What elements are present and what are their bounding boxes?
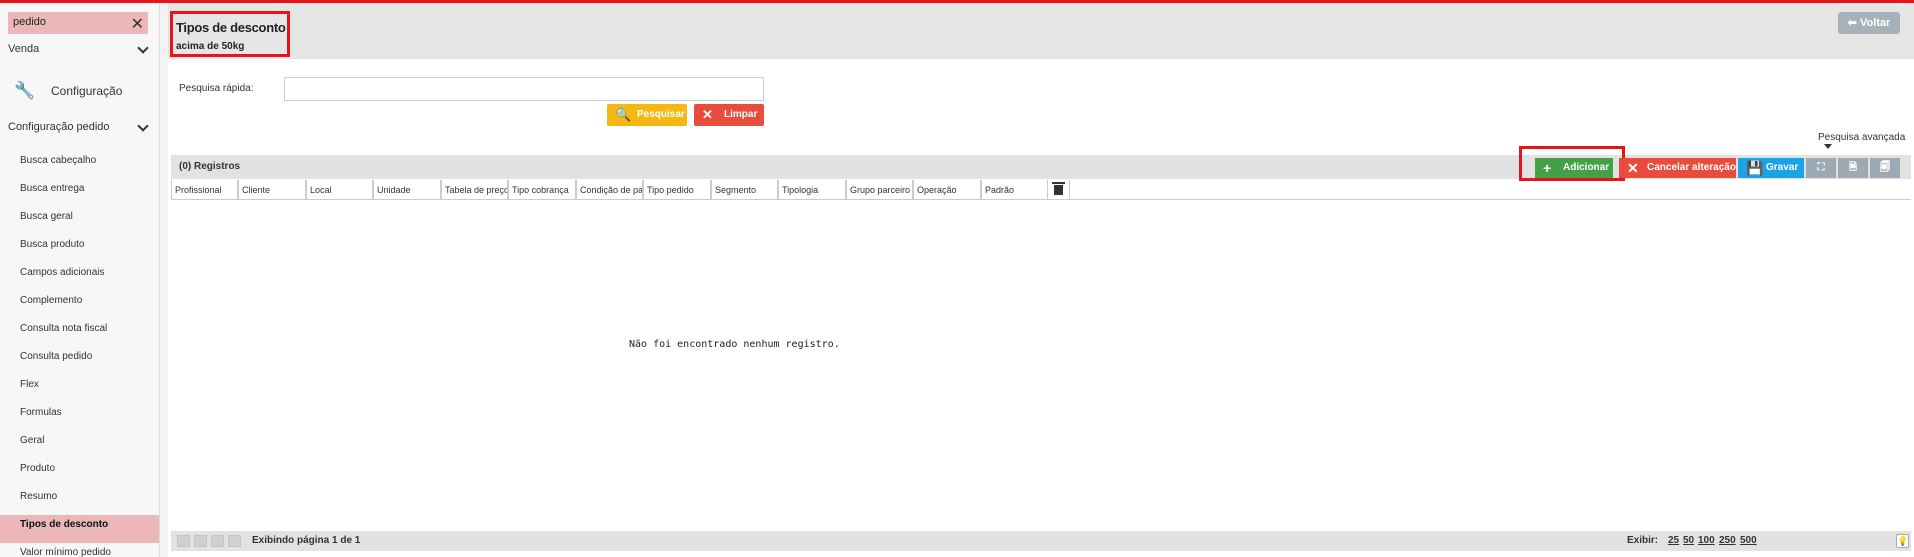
quick-search-label: Pesquisa rápida:: [179, 83, 254, 94]
last-page-button[interactable]: [228, 535, 241, 547]
sidebar-item[interactable]: Busca geral: [0, 207, 159, 235]
advanced-search-toggle[interactable]: Pesquisa avançada: [1818, 132, 1914, 154]
save-button-label: Gravar: [1766, 162, 1799, 173]
column-header[interactable]: Profissional: [171, 180, 238, 200]
sidebar-section-config-pedido[interactable]: Configuração pedido: [8, 121, 150, 133]
caret-down-icon: [1824, 144, 1832, 149]
sidebar-item[interactable]: Busca cabeçalho: [0, 151, 159, 179]
page-header: Tipos de desconto acima de 50kg ⬅ Voltar: [168, 3, 1914, 59]
next-page-button[interactable]: [211, 535, 224, 547]
clear-search-icon[interactable]: ✕: [131, 14, 144, 34]
prev-page-button[interactable]: [194, 535, 207, 547]
sidebar-section-label: Configuração pedido: [8, 121, 110, 133]
back-button-label: Voltar: [1859, 17, 1891, 29]
records-count: (0) Registros: [179, 161, 241, 172]
copy-icon: 🗐: [1880, 162, 1890, 173]
cancel-button-label: Cancelar alteração: [1647, 162, 1736, 173]
expand-icon: ⛶: [1817, 162, 1825, 173]
wrench-icon: 🔧: [14, 81, 36, 100]
sidebar-item[interactable]: Busca produto: [0, 235, 159, 263]
back-button[interactable]: ⬅ Voltar: [1838, 12, 1900, 34]
sidebar-search-value: pedido: [13, 16, 47, 28]
sidebar: pedido ✕ Venda 🔧 Configuração Configuraç…: [0, 3, 160, 557]
sidebar-menu: Busca cabeçalho Busca entrega Busca gera…: [0, 151, 159, 557]
column-header[interactable]: Cliente: [238, 180, 306, 200]
page-size-option[interactable]: 25: [1668, 535, 1679, 546]
lightbulb-icon[interactable]: 💡: [1896, 534, 1909, 548]
close-icon: ✕: [1627, 160, 1639, 176]
column-header[interactable]: Tipo cobrança: [508, 180, 576, 200]
chevron-down-icon: [136, 120, 150, 134]
export-button[interactable]: 🗎: [1838, 158, 1868, 178]
page-size-option[interactable]: 100: [1698, 535, 1715, 546]
floppy-icon: 💾: [1746, 160, 1764, 176]
copy-button[interactable]: 🗐: [1870, 158, 1900, 178]
delete-column-header[interactable]: [1048, 180, 1070, 200]
search-button-label: Pesquisar: [637, 109, 685, 120]
advanced-search-label: Pesquisa avançada: [1818, 132, 1906, 143]
chevron-down-icon: [136, 42, 150, 56]
sidebar-item[interactable]: Consulta pedido: [0, 347, 159, 375]
page-title: Tipos de desconto: [176, 20, 286, 35]
column-header[interactable]: Grupo parceiro: [846, 180, 913, 200]
page-size-option[interactable]: 500: [1740, 535, 1757, 546]
sidebar-item[interactable]: Produto: [0, 459, 159, 487]
sidebar-config-label: Configuração: [51, 84, 123, 98]
search-icon: 🔍: [615, 107, 632, 122]
search-button[interactable]: 🔍 Pesquisar: [607, 104, 687, 126]
sidebar-item[interactable]: Geral: [0, 431, 159, 459]
page-size-label: Exibir:: [1627, 535, 1659, 546]
fullscreen-button[interactable]: ⛶: [1806, 158, 1836, 178]
add-button[interactable]: + Adicionar: [1535, 158, 1613, 178]
column-header[interactable]: Tabela de preço: [441, 180, 508, 200]
column-header[interactable]: Segmento: [711, 180, 778, 200]
sidebar-item[interactable]: Complemento: [0, 291, 159, 319]
clear-button[interactable]: ✕ Limpar: [694, 104, 764, 126]
save-button[interactable]: 💾 Gravar: [1738, 158, 1804, 178]
main-content: Tipos de desconto acima de 50kg ⬅ Voltar…: [168, 3, 1914, 557]
document-icon: 🗎: [1848, 162, 1858, 173]
grid-column-headers: Profissional Cliente Local Unidade Tabel…: [171, 180, 1911, 200]
first-page-button[interactable]: [177, 535, 190, 547]
column-header[interactable]: Padrão: [981, 180, 1048, 200]
column-header[interactable]: Unidade: [373, 180, 441, 200]
page-info: Exibindo página 1 de 1: [252, 535, 361, 546]
title-highlight-box: Tipos de desconto acima de 50kg: [170, 11, 290, 57]
grid-toolbar: (0) Registros + Adicionar ✕ Cancelar alt…: [171, 146, 1911, 181]
clear-button-label: Limpar: [724, 109, 758, 120]
column-header[interactable]: Local: [306, 180, 373, 200]
page-subtitle: acima de 50kg: [176, 41, 245, 52]
sidebar-item[interactable]: Resumo: [0, 487, 159, 515]
empty-message: Não foi encontrado nenhum registro.: [629, 339, 840, 350]
sidebar-item[interactable]: Formulas: [0, 403, 159, 431]
content-panel: Pesquisa rápida: 🔍 Pesquisar ✕ Limpar Pe…: [168, 59, 1914, 557]
column-header[interactable]: Tipo pedido: [643, 180, 711, 200]
page-size-option[interactable]: 50: [1683, 535, 1694, 546]
cancel-changes-button[interactable]: ✕ Cancelar alteração: [1619, 158, 1736, 178]
sidebar-item[interactable]: Consulta nota fiscal: [0, 319, 159, 347]
grid-footer: Exibindo página 1 de 1 Exibir: 25 50 100…: [171, 531, 1911, 551]
close-icon: ✕: [702, 107, 713, 122]
sidebar-item[interactable]: Valor mínimo pedido: [0, 543, 159, 557]
column-header[interactable]: Tipologia: [778, 180, 846, 200]
quick-search-input[interactable]: [284, 77, 764, 101]
add-button-label: Adicionar: [1563, 162, 1610, 173]
plus-icon: +: [1543, 160, 1552, 176]
sidebar-item-tipos-de-desconto[interactable]: Tipos de desconto: [0, 515, 159, 543]
page-size-option[interactable]: 250: [1719, 535, 1736, 546]
sidebar-search-input[interactable]: pedido ✕: [8, 12, 148, 34]
sidebar-item[interactable]: Flex: [0, 375, 159, 403]
sidebar-item[interactable]: Busca entrega: [0, 179, 159, 207]
arrow-left-icon: ⬅: [1847, 17, 1857, 29]
sidebar-configuracao[interactable]: 🔧 Configuração: [14, 81, 154, 103]
sidebar-section-venda[interactable]: Venda: [8, 43, 150, 55]
column-header[interactable]: Condição de pag...: [576, 180, 643, 200]
column-header[interactable]: Operação: [913, 180, 981, 200]
trash-icon: [1052, 182, 1065, 195]
sidebar-section-label: Venda: [8, 43, 40, 55]
sidebar-item[interactable]: Campos adicionais: [0, 263, 159, 291]
